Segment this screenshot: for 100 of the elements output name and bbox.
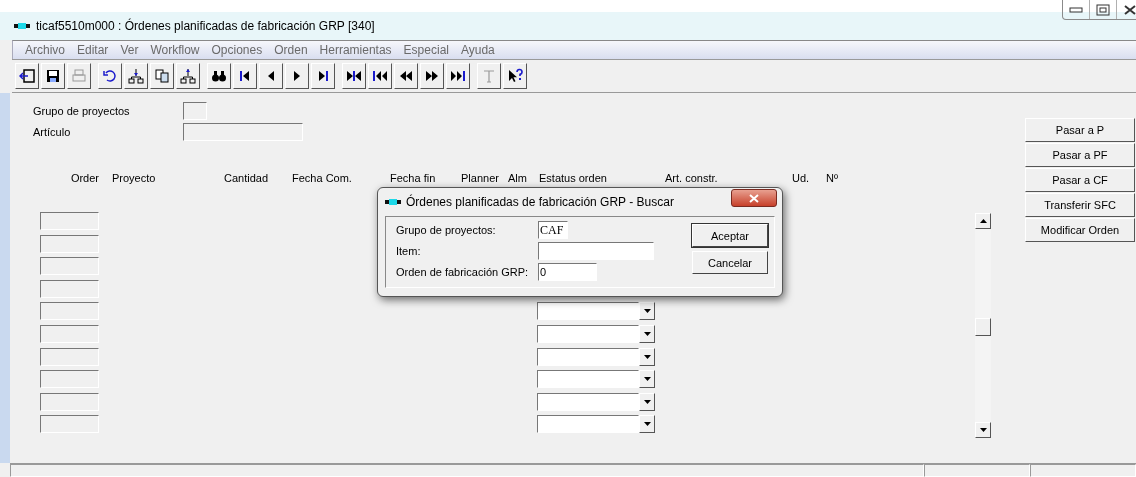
- printer-icon: [71, 68, 87, 84]
- minimize-icon: [1069, 6, 1083, 13]
- toolbar-button[interactable]: [394, 63, 418, 89]
- undo-arrow-icon: [102, 68, 118, 84]
- caret-icon: [643, 377, 651, 382]
- order-field[interactable]: [40, 212, 99, 230]
- column-header: Estatus orden: [539, 172, 608, 186]
- scroll-thumb[interactable]: [975, 318, 991, 336]
- status-dropdown[interactable]: [537, 370, 639, 389]
- input-field[interactable]: CAF: [538, 221, 568, 239]
- dropdown-button[interactable]: [639, 370, 655, 389]
- action-button[interactable]: Transferir SFC: [1025, 193, 1135, 217]
- up-arrow-icon: [979, 219, 987, 223]
- toolbar-button[interactable]: [311, 63, 335, 89]
- window-title: ticaf5510m000 : Órdenes planificadas de fabricación GRP [340]: [36, 19, 375, 33]
- action-button[interactable]: Pasar a PF: [1025, 143, 1135, 167]
- input-field[interactable]: [538, 242, 654, 260]
- column-header: Proyecto: [112, 172, 157, 186]
- dropdown-button[interactable]: [639, 324, 655, 343]
- menu-item[interactable]: Opciones: [205, 43, 269, 57]
- fast-forward-icon: [424, 68, 440, 84]
- toolbar-button[interactable]: [342, 63, 366, 89]
- column-header: Alm: [508, 172, 528, 186]
- dropdown-button[interactable]: [639, 347, 655, 366]
- column-header: Fecha Com.: [292, 172, 353, 186]
- caret-icon: [643, 399, 651, 404]
- menu-item[interactable]: Especial: [397, 43, 455, 57]
- order-field[interactable]: [40, 234, 99, 253]
- text-icon: [481, 68, 497, 84]
- status-dropdown[interactable]: [537, 324, 639, 343]
- input-field[interactable]: [183, 122, 303, 141]
- order-field[interactable]: [40, 370, 99, 389]
- menu-item[interactable]: Herramientas: [313, 43, 398, 57]
- order-field[interactable]: [40, 347, 99, 366]
- app-icon: [385, 199, 401, 205]
- toolbar-button[interactable]: [420, 63, 444, 89]
- toolbar-button[interactable]: [285, 63, 309, 89]
- menu-item[interactable]: Ayuda: [454, 43, 501, 57]
- scroll-up-button[interactable]: [975, 213, 991, 229]
- menu-item[interactable]: Orden: [268, 43, 314, 57]
- toolbar-button[interactable]: [150, 63, 174, 89]
- close-icon: [1123, 3, 1136, 16]
- app-icon: [14, 23, 30, 29]
- status-dropdown[interactable]: [537, 392, 639, 411]
- close-button[interactable]: [1116, 0, 1136, 19]
- hierarchy-up-icon: [180, 68, 196, 84]
- order-field[interactable]: [40, 415, 99, 434]
- column-header: Fecha fin: [390, 172, 437, 186]
- status-dropdown[interactable]: [537, 302, 639, 321]
- dropdown-button[interactable]: [639, 415, 655, 434]
- first-page-icon: [372, 68, 388, 84]
- copy-icon: [154, 68, 170, 84]
- column-header: Order: [69, 172, 99, 186]
- field-label: Grupo de proyectos:: [396, 224, 497, 236]
- input-field[interactable]: [183, 101, 207, 120]
- toolbar-button[interactable]: [446, 63, 470, 89]
- toolbar-button[interactable]: [41, 63, 65, 89]
- action-button[interactable]: Pasar a CF: [1025, 168, 1135, 192]
- close-icon: [749, 193, 759, 203]
- menu-item[interactable]: Editar: [71, 43, 115, 57]
- action-button[interactable]: Pasar a P: [1025, 118, 1135, 142]
- scroll-down-button[interactable]: [975, 422, 991, 438]
- toolbar-button[interactable]: [259, 63, 283, 89]
- close-button[interactable]: [731, 189, 777, 207]
- toolbar-button[interactable]: [503, 63, 527, 89]
- menu-item[interactable]: Archivo: [19, 43, 71, 57]
- dialog-button[interactable]: Cancelar: [692, 251, 768, 274]
- rewind-icon: [398, 68, 414, 84]
- dropdown-button[interactable]: [639, 392, 655, 411]
- order-field[interactable]: [40, 302, 99, 321]
- toolbar-button[interactable]: [176, 63, 200, 89]
- status-dropdown[interactable]: [537, 347, 639, 366]
- dialog-button[interactable]: Aceptar: [692, 224, 768, 247]
- toolbar-button[interactable]: [207, 63, 231, 89]
- column-header: Cantidad: [224, 172, 270, 186]
- toolbar-button[interactable]: [233, 63, 257, 89]
- order-field[interactable]: [40, 279, 99, 298]
- order-field[interactable]: [40, 392, 99, 411]
- field-label: Artículo: [33, 125, 72, 138]
- input-field[interactable]: 0: [538, 263, 597, 281]
- caret-icon: [643, 331, 651, 336]
- toolbar-button[interactable]: [98, 63, 122, 89]
- down-arrow-icon: [979, 428, 987, 432]
- menu-item[interactable]: Ver: [114, 43, 145, 57]
- toolbar-button[interactable]: [124, 63, 148, 89]
- scrollbar[interactable]: [975, 213, 991, 438]
- dropdown-button[interactable]: [639, 302, 655, 321]
- caret-icon: [643, 309, 651, 314]
- collapse-arrows-icon: [346, 68, 362, 84]
- action-button[interactable]: Modificar Orden: [1025, 218, 1135, 242]
- toolbar-button[interactable]: [368, 63, 392, 89]
- toolbar-button[interactable]: [15, 63, 39, 89]
- order-field[interactable]: [40, 257, 99, 276]
- order-field[interactable]: [40, 324, 99, 343]
- status-dropdown[interactable]: [537, 415, 639, 434]
- help-cursor-icon: [507, 68, 523, 84]
- last-page-icon: [450, 68, 466, 84]
- column-header: Art. constr.: [665, 172, 719, 186]
- caret-icon: [643, 422, 651, 427]
- menu-item[interactable]: Workflow: [144, 43, 206, 57]
